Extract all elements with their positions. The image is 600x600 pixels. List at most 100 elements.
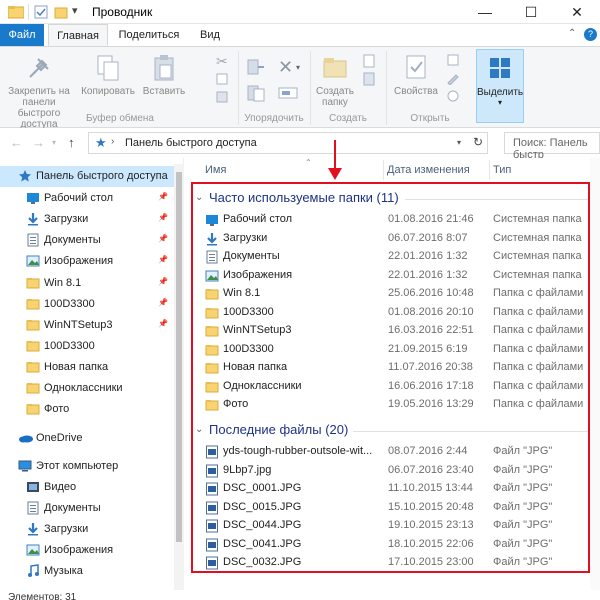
column-separator[interactable] [489,160,490,180]
paste-icon [154,55,174,81]
copy-to-icon[interactable] [246,83,266,103]
edit-icon[interactable] [446,71,460,85]
select-button[interactable]: Выделить ▾ [476,49,524,123]
paste-shortcut-icon[interactable] [216,91,228,103]
help-icon[interactable]: ? [584,28,597,41]
pin-icon[interactable]: 📌 [158,277,168,286]
easy-access-icon[interactable] [362,71,378,87]
properties-icon [406,55,426,79]
group-label-organize: Упорядочить [244,113,304,124]
sidebar-item[interactable]: WinNTSetup3 📌 [0,315,184,336]
forward-button[interactable]: → [32,135,45,150]
sidebar-item[interactable]: Рабочий стол 📌 [0,188,184,209]
folder-icon [26,381,40,395]
sidebar-item-label: Новая папка [44,361,109,373]
cut-icon[interactable]: ✂ [216,53,228,70]
sidebar-item[interactable]: Музыка [0,561,184,582]
column-header-type[interactable]: Тип [493,164,511,176]
tab-view[interactable]: Вид [190,24,230,46]
search-input[interactable]: Поиск: Панель быстр [504,132,600,161]
sidebar-item-label: OneDrive [36,432,83,444]
sidebar-item-label: Рабочий стол [44,192,114,204]
video-icon [26,480,40,494]
new-folder-button[interactable]: Создать папку [312,53,358,108]
folder-icon [26,318,40,332]
pin-icon[interactable]: 📌 [158,255,168,264]
explorer-folder-icon[interactable] [8,5,24,19]
status-bar: Элементов: 31 [0,590,600,600]
group-label-clipboard: Буфер обмена [86,113,154,124]
sidebar-item[interactable]: Документы [0,498,184,519]
back-button[interactable]: ← [10,135,23,150]
up-button[interactable]: ↑ [68,135,75,150]
refresh-icon[interactable]: ↻ [473,135,483,149]
address-chevron-icon[interactable]: › [111,136,114,147]
close-button[interactable]: ✕ [554,0,600,24]
sidebar-item[interactable]: Этот компьютер [0,456,184,477]
sidebar-item[interactable]: 100D3300 [0,336,184,357]
column-separator[interactable] [383,160,384,180]
sidebar-item[interactable]: Изображения [0,540,184,561]
copy-path-icon[interactable] [216,73,228,85]
nav-scrollbar-thumb[interactable] [176,172,182,542]
music-icon [26,564,40,578]
sidebar-item[interactable]: Новая папка [0,357,184,378]
open-icon[interactable] [446,53,460,67]
pin-icon[interactable]: 📌 [158,319,168,328]
sidebar-item[interactable]: Изображения 📌 [0,251,184,272]
rename-icon[interactable] [278,85,298,101]
qat-dropdown-icon[interactable]: ▾ [72,4,78,17]
copy-button[interactable]: Копировать [80,53,136,97]
sidebar-item[interactable]: 100D3300 📌 [0,294,184,315]
pin-icon[interactable]: 📌 [158,192,168,201]
recent-locations-icon[interactable]: ▾ [52,138,56,147]
sidebar-item[interactable]: OneDrive [0,428,184,449]
move-to-icon[interactable] [246,57,266,77]
sidebar-item-label: Панель быстрого доступа [36,170,168,182]
new-folder-icon [323,58,347,78]
address-dropdown-icon[interactable]: ▾ [457,138,461,147]
ribbon-collapse-icon[interactable]: ⌃ [568,28,576,39]
pin-icon[interactable]: 📌 [158,234,168,243]
sidebar-item-label: Видео [44,481,77,493]
pin-icon[interactable]: 📌 [158,213,168,222]
sidebar-item-label: Изображения [44,255,114,267]
sidebar-item[interactable]: Фото [0,399,184,420]
address-input[interactable]: ★ › Панель быстрого доступа ▾ ↻ [88,132,488,154]
column-header-name[interactable]: Имя [205,164,226,176]
minimize-button[interactable]: — [462,0,508,24]
sidebar-item-label: Этот компьютер [36,460,119,472]
history-icon[interactable] [446,89,460,103]
tab-file[interactable]: Файл [0,24,44,46]
sidebar-item[interactable]: Документы 📌 [0,230,184,251]
sidebar-item-label: Загрузки [44,523,89,535]
paste-button[interactable]: Вставить [138,53,190,97]
tab-share[interactable]: Поделиться [114,24,184,46]
pin-icon [29,58,49,78]
delete-dropdown-icon[interactable]: ▾ [296,63,300,72]
maximize-button[interactable]: ☐ [508,0,554,24]
new-item-icon[interactable] [362,53,378,69]
content-scrollbar[interactable] [590,158,600,600]
select-grid-icon [490,58,510,78]
download-icon [26,212,40,226]
new-folder-qat-icon[interactable] [54,5,68,19]
column-header-date[interactable]: Дата изменения [387,164,470,176]
properties-button[interactable]: Свойства [388,53,444,97]
sidebar-item[interactable]: Загрузки 📌 [0,209,184,230]
sidebar-item[interactable]: Панель быстрого доступа [0,166,184,187]
paste-label: Вставить [142,86,186,97]
sidebar-item[interactable]: Одноклассники [0,378,184,399]
folder-icon [26,276,40,290]
address-path: Панель быстрого доступа [125,137,257,149]
sidebar-item[interactable]: Win 8.1 📌 [0,273,184,294]
tab-home[interactable]: Главная [48,24,108,46]
delete-icon[interactable]: ✕ [278,57,293,78]
properties-qat-icon[interactable] [34,5,48,19]
sidebar-item[interactable]: Загрузки [0,519,184,540]
sidebar-item[interactable]: Видео [0,477,184,498]
address-bar-row: ← → ▾ ↑ ★ › Панель быстрого доступа ▾ ↻ … [0,128,600,161]
window-title: Проводник [92,5,153,19]
pin-icon[interactable]: 📌 [158,298,168,307]
sidebar-item-label: Документы [44,234,101,246]
